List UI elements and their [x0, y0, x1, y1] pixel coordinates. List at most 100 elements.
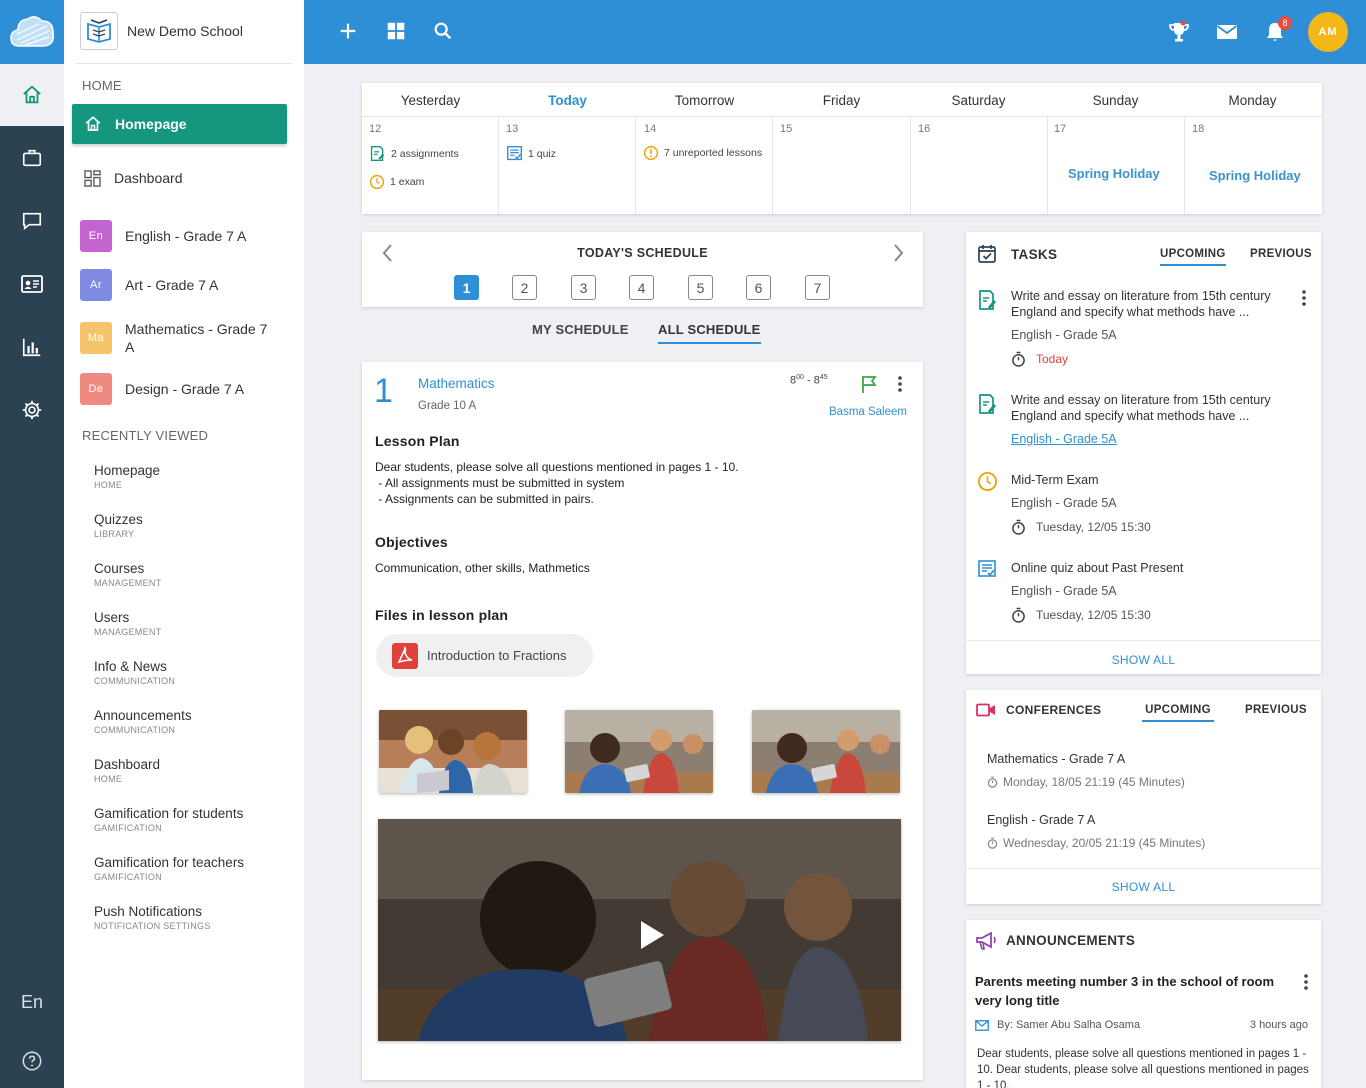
task-menu-button[interactable] — [1299, 288, 1309, 308]
objectives-text: Communication, other skills, Mathmetics — [375, 561, 590, 575]
lesson-image[interactable] — [565, 710, 713, 793]
day-header-sunday[interactable]: Sunday — [1047, 93, 1184, 108]
rail-messages-button[interactable] — [0, 190, 64, 252]
recent-item[interactable]: Gamification for teachers GAMIFICATION — [94, 855, 244, 882]
period-button[interactable]: 4 — [629, 275, 654, 300]
task-title[interactable]: Write and essay on literature from 15th … — [1011, 288, 1291, 320]
recent-item-category: LIBRARY — [94, 529, 135, 539]
tab-all-schedule[interactable]: ALL SCHEDULE — [658, 322, 761, 344]
lesson-menu-button[interactable] — [894, 374, 906, 394]
teacher-name[interactable]: Basma Saleem — [829, 406, 907, 418]
warning-icon — [643, 145, 659, 161]
nav-homepage[interactable]: Homepage — [72, 104, 287, 144]
add-button[interactable] — [337, 20, 359, 42]
period-button[interactable]: 7 — [805, 275, 830, 300]
task-title-line: England and specify what methods have ..… — [1011, 305, 1250, 319]
recent-item[interactable]: Info & News COMMUNICATION — [94, 659, 175, 686]
recent-item-title: Gamification for teachers — [94, 855, 245, 870]
file-attachment[interactable]: Introduction to Fractions — [376, 634, 593, 677]
calendar-event-assignments[interactable]: 2 assignments — [369, 145, 459, 162]
recent-item[interactable]: Gamification for students GAMIFICATION — [94, 806, 243, 833]
more-vertical-icon — [898, 376, 902, 392]
course-name: English - Grade 7 A — [125, 228, 247, 244]
recent-item[interactable]: Quizzes LIBRARY — [94, 512, 143, 539]
lesson-video-player[interactable] — [378, 819, 901, 1041]
tab-tasks-previous[interactable]: PREVIOUS — [1250, 248, 1312, 260]
recent-item[interactable]: Homepage HOME — [94, 463, 160, 490]
tasks-icon — [977, 244, 997, 264]
rail-courses-button[interactable] — [0, 127, 64, 189]
tab-conferences-previous[interactable]: PREVIOUS — [1245, 704, 1307, 716]
course-name: Mathematics - Grade 7 A — [125, 321, 268, 355]
play-button[interactable] — [639, 920, 665, 950]
calendar-event-unreported[interactable]: 7 unreported lessons — [643, 145, 762, 161]
tab-tasks-upcoming[interactable]: UPCOMING — [1160, 248, 1226, 266]
task-due: Tuesday, 12/05 15:30 — [1011, 607, 1151, 623]
language-switch[interactable]: En — [0, 992, 64, 1013]
task-title[interactable]: Mid-Term Exam — [1011, 472, 1291, 488]
mail-button[interactable] — [1215, 20, 1239, 44]
conference-title[interactable]: English - Grade 7 A — [987, 813, 1095, 827]
period-button[interactable]: 1 — [454, 275, 479, 300]
recent-item-category: HOME — [94, 774, 123, 784]
holiday-label: Spring Holiday — [1068, 166, 1160, 181]
announcement-menu-button[interactable] — [1301, 972, 1311, 992]
conferences-show-all-link[interactable]: SHOW ALL — [966, 880, 1321, 894]
app-logo[interactable] — [0, 0, 64, 64]
tab-my-schedule[interactable]: MY SCHEDULE — [532, 322, 629, 337]
period-button[interactable]: 6 — [746, 275, 771, 300]
lesson-subject-link[interactable]: Mathematics — [418, 376, 495, 391]
achievements-button[interactable] — [1167, 20, 1191, 44]
user-avatar[interactable]: AM — [1308, 12, 1348, 52]
nav-dashboard[interactable]: Dashboard — [84, 166, 183, 190]
rail-users-button[interactable] — [0, 253, 64, 315]
recent-item[interactable]: Announcements COMMUNICATION — [94, 708, 192, 735]
school-header[interactable]: New Demo School — [80, 11, 243, 51]
day-header-yesterday[interactable]: Yesterday — [362, 93, 499, 108]
task-title[interactable]: Write and essay on literature from 15th … — [1011, 392, 1291, 424]
tasks-show-all-link[interactable]: SHOW ALL — [966, 653, 1321, 667]
recent-item[interactable]: Dashboard HOME — [94, 757, 160, 784]
rail-reports-button[interactable] — [0, 316, 64, 378]
calendar-check-icon — [978, 245, 996, 263]
children-tablet-photo — [565, 710, 713, 793]
calendar-event-exam[interactable]: 1 exam — [369, 174, 424, 190]
course-english[interactable]: En English - Grade 7 A — [80, 220, 290, 252]
course-mathematics[interactable]: Ma Mathematics - Grade 7 A — [80, 320, 290, 356]
lesson-card: 1 Mathematics Grade 10 A 800 - 845 Basma… — [362, 362, 923, 1080]
day-header-friday[interactable]: Friday — [773, 93, 910, 108]
day-header-saturday[interactable]: Saturday — [910, 93, 1047, 108]
search-button[interactable] — [432, 20, 454, 42]
period-button[interactable]: 3 — [571, 275, 596, 300]
announcement-headline[interactable]: Parents meeting number 3 in the school o… — [975, 972, 1297, 1010]
course-design[interactable]: De Design - Grade 7 A — [80, 373, 290, 405]
recent-item[interactable]: Courses MANAGEMENT — [94, 561, 162, 588]
day-header-tomorrow[interactable]: Tomorrow — [636, 93, 773, 108]
lesson-image[interactable] — [379, 710, 527, 793]
rail-help-button[interactable] — [0, 1030, 64, 1088]
apps-button[interactable] — [385, 20, 407, 42]
lesson-image[interactable] — [752, 710, 900, 793]
course-name: Design - Grade 7 A — [125, 381, 245, 397]
period-button[interactable]: 2 — [512, 275, 537, 300]
course-art[interactable]: Ar Art - Grade 7 A — [80, 269, 290, 301]
task-course-link[interactable]: English - Grade 5A — [1011, 432, 1117, 446]
open-book-icon — [87, 19, 111, 43]
recent-item[interactable]: Push Notifications NOTIFICATION SETTINGS — [94, 904, 211, 931]
conference-title[interactable]: Mathematics - Grade 7 A — [987, 752, 1125, 766]
recent-item[interactable]: Users MANAGEMENT — [94, 610, 162, 637]
day-header-monday[interactable]: Monday — [1184, 93, 1321, 108]
recent-item-category: COMMUNICATION — [94, 676, 176, 686]
tab-conferences-upcoming[interactable]: UPCOMING — [1142, 704, 1214, 722]
rail-home-button[interactable] — [0, 64, 64, 126]
calendar-event-quiz[interactable]: 1 quiz — [506, 145, 556, 162]
day-header-today[interactable]: Today — [499, 93, 636, 108]
divider — [1184, 117, 1185, 214]
next-day-button[interactable] — [889, 242, 907, 264]
recent-item-category: GAMIFICATION — [94, 823, 162, 833]
flag-button[interactable] — [859, 374, 879, 394]
task-title[interactable]: Online quiz about Past Present — [1011, 560, 1291, 576]
task-course: English - Grade 5A — [1011, 328, 1117, 342]
rail-settings-button[interactable] — [0, 379, 64, 441]
period-button[interactable]: 5 — [688, 275, 713, 300]
